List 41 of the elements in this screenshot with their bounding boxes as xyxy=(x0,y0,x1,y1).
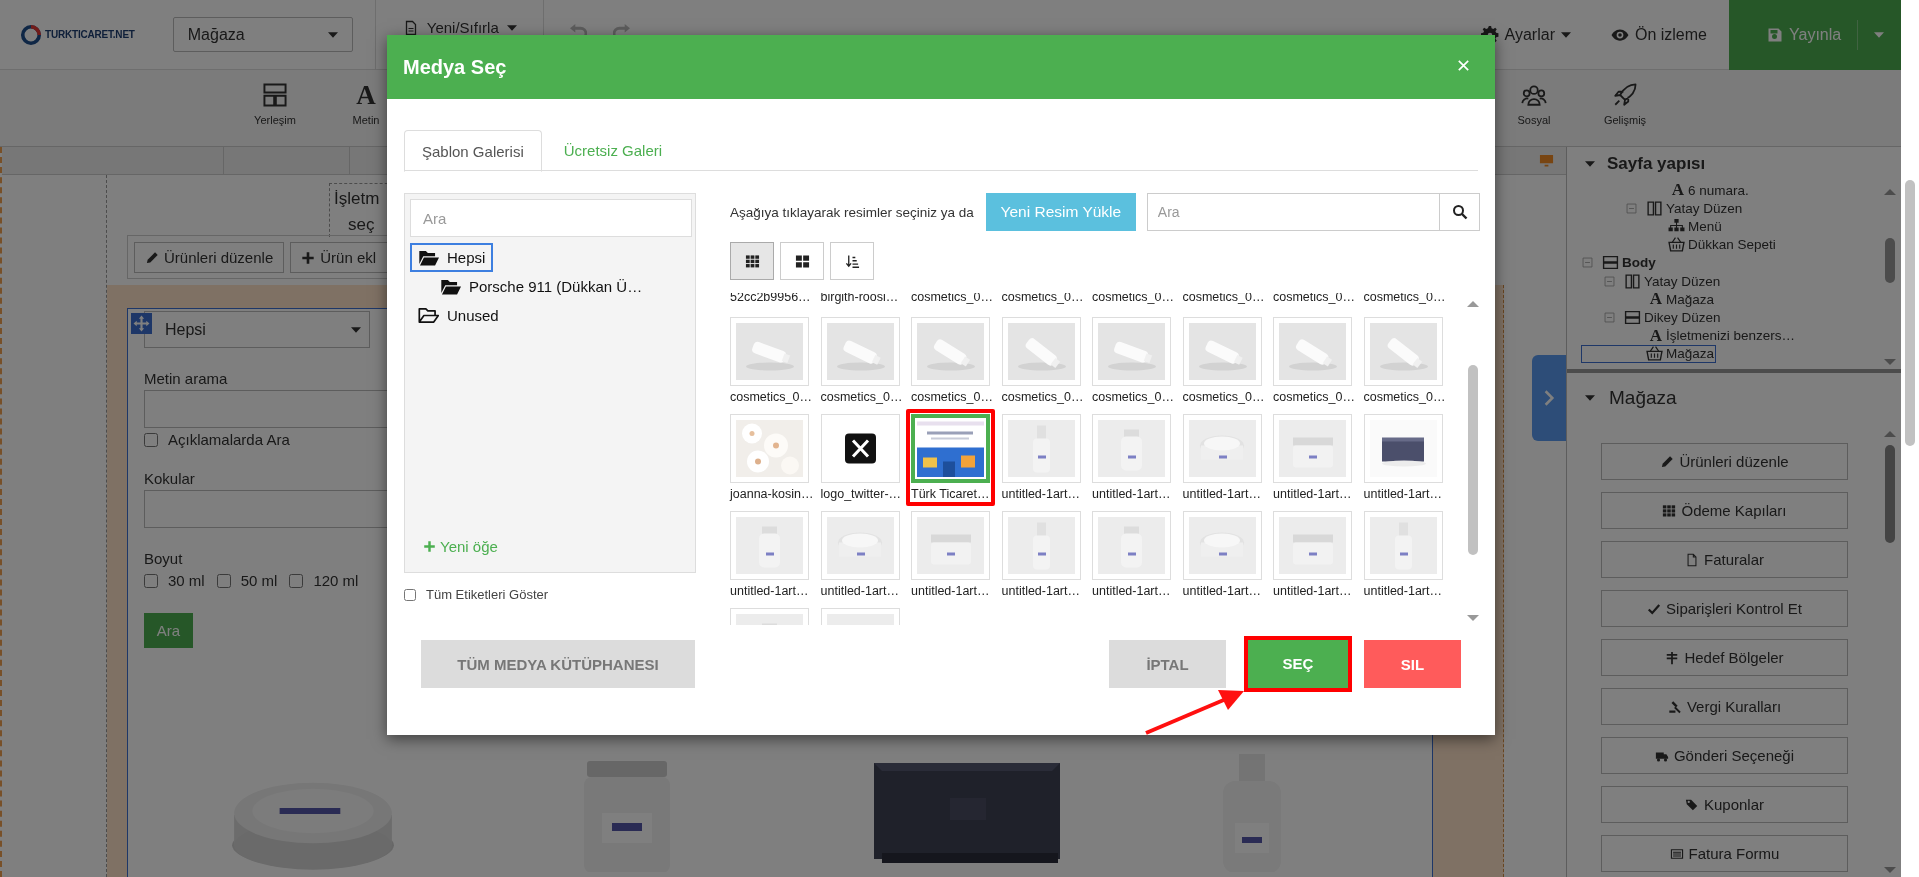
checkbox-label: 50 ml xyxy=(240,572,278,589)
checkbox-label: Açıklamalarda Ara xyxy=(168,431,290,448)
heading-text: seç xyxy=(347,214,375,236)
checkbox-label: Tüm Etiketleri Göster xyxy=(426,587,549,602)
file-name: cosmetics_0… xyxy=(730,389,813,405)
file-name: untitled-1art… xyxy=(1273,583,1353,599)
file-name: untitled-1art… xyxy=(911,583,991,599)
text-icon: A xyxy=(1668,181,1688,200)
file-name: cosmetics_0… xyxy=(1363,389,1447,405)
file-name: cosmetics_0… xyxy=(911,389,994,405)
heading-text: İşletm xyxy=(334,188,380,210)
text-icon: A xyxy=(1646,290,1666,309)
file-name: joanna-kosin… xyxy=(730,486,815,502)
file-name: untitled-1art… xyxy=(1182,583,1262,599)
file-name: untitled-1art… xyxy=(820,583,900,599)
field-label: Boyut xyxy=(144,550,183,568)
field-label: Metin arama xyxy=(144,370,228,388)
text-icon: A xyxy=(1646,326,1666,345)
logo-text: TURKTICARET.NET xyxy=(45,29,135,40)
file-name: untitled-1art… xyxy=(1363,486,1443,502)
field-label: Kokular xyxy=(144,470,195,488)
text-icon: A xyxy=(356,82,376,108)
file-name: cosmetics_0… xyxy=(1182,389,1266,405)
checkbox-label: 120 ml xyxy=(313,572,359,589)
instruction-text: Aşağıya tıklayarak resimler seçiniz ya da xyxy=(730,204,974,220)
file-name: cosmetics_0… xyxy=(820,389,904,405)
file-name: cosmetics_0… xyxy=(1001,389,1085,405)
file-name: untitled-1art… xyxy=(1182,486,1262,502)
file-name: untitled-1art… xyxy=(1001,486,1081,502)
file-name: untitled-1art… xyxy=(1001,583,1081,599)
file-name: cosmetics_0… xyxy=(1092,389,1175,405)
file-name: cosmetics_0… xyxy=(1273,389,1356,405)
file-name: logo_twitter-… xyxy=(820,486,903,502)
file-name: untitled-1art… xyxy=(1363,583,1443,599)
file-name: untitled-1art… xyxy=(1273,486,1353,502)
file-name: Türk Ticaret… xyxy=(911,486,991,502)
file-name: untitled-1art… xyxy=(730,583,810,599)
dialog-title: Medya Seç xyxy=(403,55,507,79)
checkbox-label: 30 ml xyxy=(168,572,205,589)
file-name: untitled-1art… xyxy=(1092,583,1172,599)
file-name: untitled-1art… xyxy=(1092,486,1172,502)
